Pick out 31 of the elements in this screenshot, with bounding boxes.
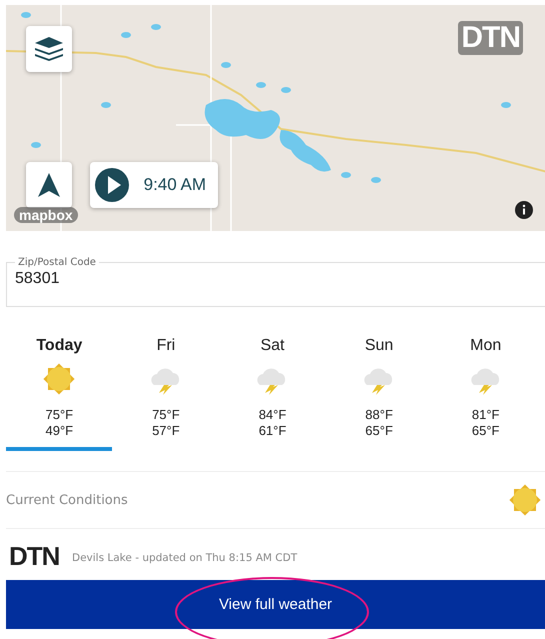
pond bbox=[371, 177, 381, 183]
pond bbox=[341, 172, 351, 178]
forecast-day-tab[interactable]: Fri 75°F 57°F bbox=[112, 337, 220, 451]
pond bbox=[21, 12, 31, 18]
pond bbox=[256, 82, 266, 88]
play-button[interactable] bbox=[94, 167, 130, 203]
forecast-day-tab[interactable]: Sat 84°F 61°F bbox=[219, 337, 326, 451]
pond bbox=[151, 24, 161, 30]
pond bbox=[101, 102, 111, 108]
layers-icon bbox=[33, 35, 65, 63]
forecast-day-tab[interactable]: Today 75°F 49°F bbox=[6, 337, 113, 451]
navigation-arrow-icon bbox=[37, 172, 61, 198]
field-label: Zip/Postal Code bbox=[17, 257, 97, 268]
forecast-day-tab[interactable]: Mon 81°F 65°F bbox=[432, 337, 539, 451]
zip-code-field[interactable]: Zip/Postal Code 58301 bbox=[6, 257, 545, 307]
brand-logo: DTN bbox=[458, 21, 523, 55]
pond bbox=[221, 62, 231, 68]
pond bbox=[31, 142, 41, 148]
view-weather-button[interactable]: View full weather bbox=[6, 580, 545, 629]
info-icon[interactable] bbox=[515, 201, 533, 219]
pond bbox=[281, 87, 291, 93]
time-label: 9:40 AM bbox=[144, 175, 206, 195]
updated-text: Devils Lake - updated on Thu 8:15 AM CDT bbox=[72, 552, 298, 564]
forecast-day-tab[interactable]: Sun 88°F 65°F bbox=[326, 337, 432, 451]
zip-code-input[interactable]: 58301 bbox=[15, 270, 215, 288]
brand-logo: DTN bbox=[8, 541, 60, 572]
layers-button[interactable] bbox=[26, 26, 72, 72]
navigation-button[interactable] bbox=[26, 162, 72, 208]
pond bbox=[121, 32, 131, 38]
pond bbox=[501, 102, 511, 108]
current-conditions-label: Current Conditions bbox=[6, 492, 128, 508]
